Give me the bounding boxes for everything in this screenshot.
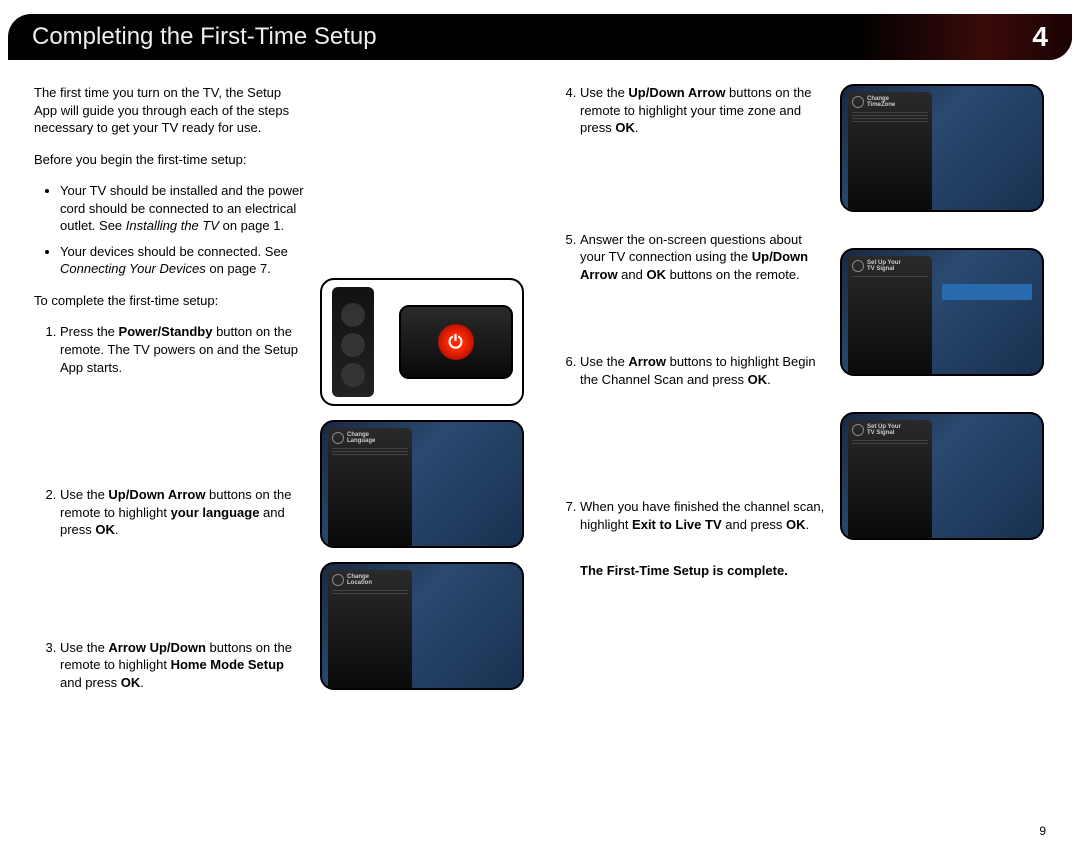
screenshot-timezone: Change TimeZone [840, 84, 1044, 212]
logo-icon [852, 96, 864, 108]
intro-paragraph: The first time you turn on the TV, the S… [34, 84, 306, 137]
left-image-column: Change Language Change Location [320, 84, 526, 745]
right-text-column: Use the Up/Down Arrow buttons on the rem… [554, 84, 826, 745]
cross-ref: Connecting Your Devices [60, 261, 206, 276]
menu-panel: Change Location [328, 570, 412, 690]
right-column: Use the Up/Down Arrow buttons on the rem… [554, 84, 1046, 745]
screenshot-language: Change Language [320, 420, 524, 548]
manual-page: Completing the First-Time Setup 4 The fi… [0, 14, 1080, 848]
to-complete-heading: To complete the first-time setup: [34, 292, 306, 310]
remote-body-icon [332, 287, 374, 397]
pre-setup-list: Your TV should be installed and the powe… [34, 182, 306, 278]
pre-bullet-2: Your devices should be connected. See Co… [60, 243, 306, 278]
step-2: Use the Up/Down Arrow buttons on the rem… [60, 486, 306, 539]
power-button-inset [399, 305, 513, 379]
menu-panel: Set Up Your TV Signal [848, 420, 932, 540]
menu-panel: Change Language [328, 428, 412, 548]
step-3: Use the Arrow Up/Down buttons on the rem… [60, 639, 306, 692]
highlighted-option [942, 284, 1032, 300]
step-5: Answer the on-screen questions about you… [580, 231, 826, 284]
remote-illustration [320, 278, 524, 406]
left-text-column: The first time you turn on the TV, the S… [34, 84, 306, 745]
menu-panel: Set Up Your TV Signal [848, 256, 932, 376]
right-image-column: Change TimeZone Set Up Your TV Signal Se… [840, 84, 1046, 745]
step-6: Use the Arrow buttons to highlight Begin… [580, 353, 826, 388]
logo-icon [332, 574, 344, 586]
step-4: Use the Up/Down Arrow buttons on the rem… [580, 84, 826, 137]
cross-ref: Installing the TV [126, 218, 219, 233]
power-icon [438, 324, 474, 360]
chapter-number: 4 [1032, 21, 1048, 53]
logo-icon [332, 432, 344, 444]
pre-setup-heading: Before you begin the first-time setup: [34, 151, 306, 169]
logo-icon [852, 424, 864, 436]
step-7: When you have finished the channel scan,… [580, 498, 826, 533]
screenshot-signal-2: Set Up Your TV Signal [840, 412, 1044, 540]
pre-bullet-1: Your TV should be installed and the powe… [60, 182, 306, 235]
left-column: The first time you turn on the TV, the S… [34, 84, 526, 745]
spacer [320, 84, 526, 264]
menu-panel: Change TimeZone [848, 92, 932, 212]
chapter-header: Completing the First-Time Setup 4 [8, 14, 1072, 60]
chapter-title: Completing the First-Time Setup [32, 23, 377, 51]
logo-icon [852, 260, 864, 272]
steps-left-list: Press the Power/Standby button on the re… [34, 323, 306, 691]
screenshot-signal-1: Set Up Your TV Signal [840, 248, 1044, 376]
setup-complete-message: The First-Time Setup is complete. [580, 563, 826, 578]
page-number: 9 [1039, 824, 1046, 838]
spacer [840, 226, 1046, 234]
steps-right-list: Use the Up/Down Arrow buttons on the rem… [554, 84, 826, 533]
spacer [840, 390, 1046, 398]
step-1: Press the Power/Standby button on the re… [60, 323, 306, 376]
content-area: The first time you turn on the TV, the S… [0, 60, 1080, 745]
screenshot-location: Change Location [320, 562, 524, 690]
